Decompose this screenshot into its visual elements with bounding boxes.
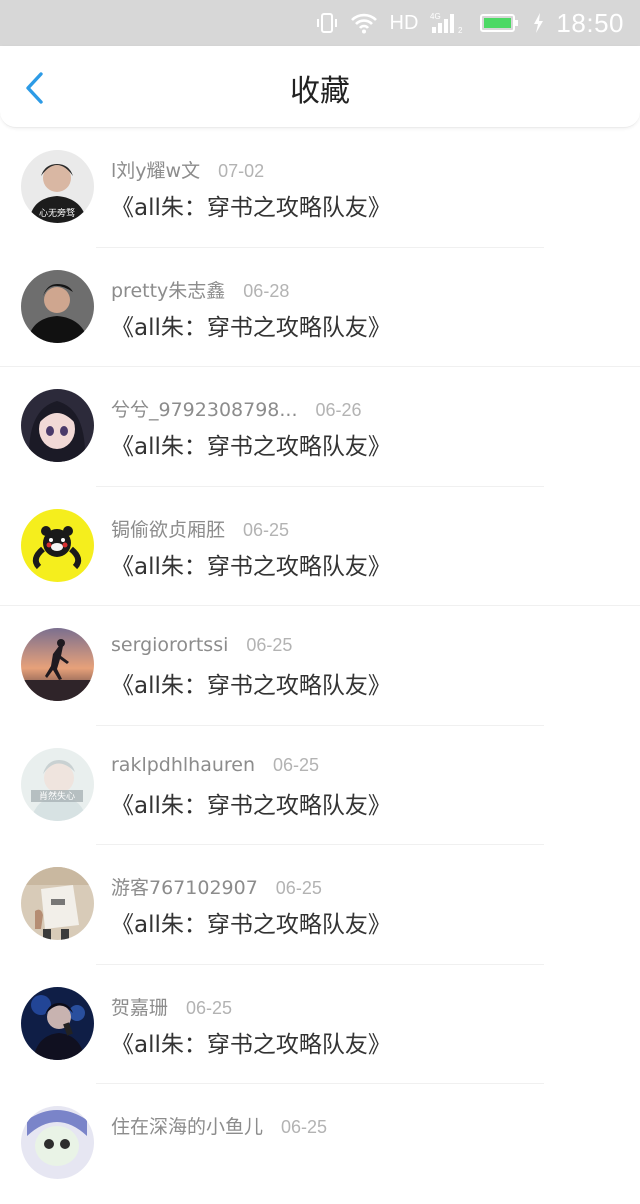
date: 06-25: [273, 754, 320, 775]
book-title[interactable]: 《all朱：穿书之攻略队友》: [111, 188, 391, 222]
user-name[interactable]: sergiorortssi: [111, 634, 228, 656]
favorites-list: 心无旁骛 l刘y耀w文 07-02 《all朱：穿书之攻略队友》 pretty朱…: [0, 128, 640, 1204]
avatar[interactable]: [21, 389, 94, 462]
user-name[interactable]: 住在深海的小鱼儿: [111, 1112, 263, 1139]
date: 06-28: [243, 280, 290, 301]
avatar[interactable]: [21, 508, 94, 582]
item-meta: 贺嘉珊 06-25: [111, 993, 232, 1019]
sim-slot-label: 2: [458, 26, 463, 35]
item-meta: sergiorortssi 06-25: [111, 634, 292, 660]
battery-icon: [480, 13, 520, 33]
list-item[interactable]: 住在深海的小鱼儿 06-25: [0, 1084, 640, 1204]
avatar-caption: 肖然失心: [39, 790, 75, 802]
book-title[interactable]: 《all朱：穿书之攻略队友》: [111, 427, 391, 461]
list-item[interactable]: 心无旁骛 l刘y耀w文 07-02 《all朱：穿书之攻略队友》: [0, 128, 640, 248]
user-name[interactable]: 游客767102907: [111, 873, 258, 900]
user-name[interactable]: 锔偷欲贞厢胚: [111, 515, 225, 542]
user-name[interactable]: pretty朱志鑫: [111, 276, 225, 303]
date: 06-25: [246, 635, 293, 655]
clock: 18:50: [556, 7, 624, 38]
status-bar: HD 4G 2 18:50: [0, 0, 640, 46]
avatar[interactable]: 肖然失心: [21, 747, 94, 821]
list-item[interactable]: pretty朱志鑫 06-28 《all朱：穿书之攻略队友》: [0, 248, 640, 367]
avatar[interactable]: [21, 1106, 94, 1179]
item-meta: 兮兮_9792308798... 06-26: [111, 395, 362, 421]
book-title[interactable]: 《all朱：穿书之攻略队友》: [111, 1025, 391, 1059]
date: 06-25: [275, 878, 322, 898]
list-item[interactable]: 锔偷欲贞厢胚 06-25 《all朱：穿书之攻略队友》: [0, 487, 640, 606]
list-item[interactable]: sergiorortssi 06-25 《all朱：穿书之攻略队友》: [0, 606, 640, 726]
user-name[interactable]: 兮兮_9792308798...: [111, 395, 298, 422]
book-title[interactable]: 《all朱：穿书之攻略队友》: [111, 308, 391, 342]
item-meta: pretty朱志鑫 06-28: [111, 276, 289, 302]
book-title[interactable]: 《all朱：穿书之攻略队友》: [111, 905, 391, 939]
user-name[interactable]: l刘y耀w文: [111, 156, 200, 183]
date: 06-25: [186, 997, 233, 1018]
list-item[interactable]: 兮兮_9792308798... 06-26 《all朱：穿书之攻略队友》: [0, 367, 640, 487]
list-item[interactable]: 肖然失心 raklpdhlhauren 06-25 《all朱：穿书之攻略队友》: [0, 726, 640, 845]
cellular-signal-icon: 4G 2: [430, 11, 468, 35]
charging-icon: [532, 12, 544, 34]
item-meta: l刘y耀w文 07-02: [111, 156, 264, 182]
vibrate-icon: [316, 12, 338, 34]
avatar[interactable]: 心无旁骛: [21, 150, 94, 223]
avatar[interactable]: [21, 986, 94, 1060]
hd-label: HD: [389, 11, 419, 34]
list-item[interactable]: 游客767102907 06-25 《all朱：穿书之攻略队友》: [0, 845, 640, 965]
user-name[interactable]: raklpdhlhauren: [111, 754, 255, 776]
avatar[interactable]: [21, 269, 94, 343]
nav-bar: 收藏: [0, 46, 640, 128]
item-meta: 住在深海的小鱼儿 06-25: [111, 1112, 327, 1138]
avatar[interactable]: [21, 867, 94, 940]
item-meta: 锔偷欲贞厢胚 06-25: [111, 515, 289, 541]
item-meta: 游客767102907 06-25: [111, 873, 322, 899]
date: 06-25: [243, 519, 290, 540]
network-type-label: 4G: [430, 12, 441, 21]
wifi-icon: [350, 12, 378, 34]
user-name[interactable]: 贺嘉珊: [111, 993, 168, 1020]
avatar[interactable]: [21, 628, 94, 701]
book-title[interactable]: 《all朱：穿书之攻略队友》: [111, 786, 391, 820]
book-title[interactable]: 《all朱：穿书之攻略队友》: [111, 547, 391, 581]
page-title: 收藏: [290, 74, 350, 109]
item-meta: raklpdhlhauren 06-25: [111, 754, 319, 780]
book-title[interactable]: 《all朱：穿书之攻略队友》: [111, 666, 391, 700]
avatar-caption: 心无旁骛: [39, 207, 75, 219]
date: 06-25: [281, 1117, 328, 1137]
date: 06-26: [315, 400, 362, 420]
date: 07-02: [218, 161, 265, 181]
list-item[interactable]: 贺嘉珊 06-25 《all朱：穿书之攻略队友》: [0, 965, 640, 1084]
